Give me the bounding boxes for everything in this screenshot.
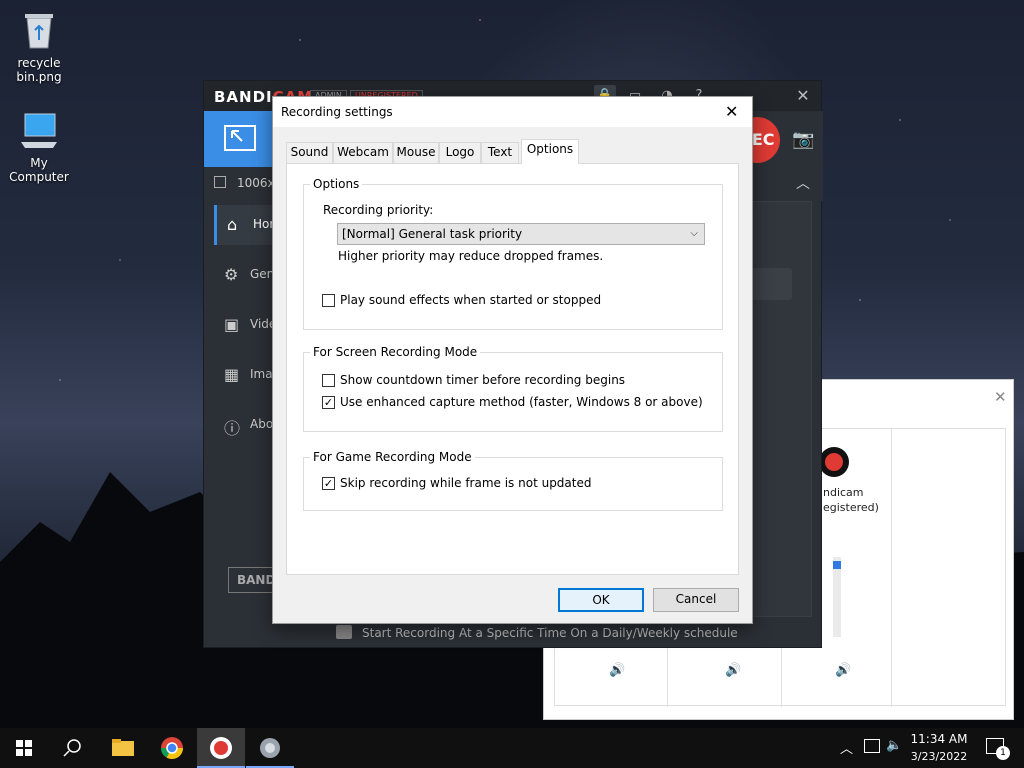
home-icon: ⌂ <box>227 215 238 234</box>
screen-recording-icon <box>224 125 256 151</box>
ok-button[interactable]: OK <box>558 588 644 612</box>
bandicut-button[interactable]: BANDICUT <box>228 567 278 593</box>
tab-text[interactable]: Text <box>481 142 519 163</box>
group-legend: For Screen Recording Mode <box>310 345 481 359</box>
checkbox-box[interactable]: ✓ <box>322 477 335 490</box>
priority-label: Recording priority: <box>323 203 434 217</box>
camera-icon[interactable]: 📷 <box>792 129 814 150</box>
gear-icon: ⚙ <box>224 265 239 284</box>
bandicam-app-icon <box>819 447 849 477</box>
taskbar: ︿ 🔈 11:34 AM 3/23/2022 1 <box>0 728 1024 768</box>
tab-webcam[interactable]: Webcam <box>333 142 393 163</box>
checkbox-label: Skip recording while frame is not update… <box>340 476 592 490</box>
info-icon: ⓘ <box>224 419 241 438</box>
desktop-icon-recycle-bin[interactable]: recycle bin.png <box>0 8 79 84</box>
search-icon <box>63 739 81 757</box>
priority-select[interactable]: [Normal] General task priority ⌵ <box>337 223 705 245</box>
tab-options[interactable]: Options <box>521 139 579 164</box>
mixer-divider <box>891 429 892 707</box>
tab-sound[interactable]: Sound <box>286 142 333 163</box>
video-settings-icon: ▣ <box>224 315 240 334</box>
close-icon[interactable]: ✕ <box>725 102 738 121</box>
recycle-bin-icon <box>17 8 61 52</box>
dialog-title: Recording settings <box>281 105 393 119</box>
record-icon <box>210 737 232 759</box>
clock-time[interactable]: 11:34 AM <box>908 732 970 746</box>
screen-recording-group: For Screen Recording Mode Show countdown… <box>303 345 723 432</box>
start-button[interactable] <box>0 728 48 768</box>
mixer-app-label-line1: ndicam <box>823 486 864 499</box>
checkbox-label: Show countdown timer before recording be… <box>340 373 626 387</box>
sidebar-item-home[interactable]: ⌂Home <box>214 205 279 245</box>
volume-icon[interactable]: 🔈 <box>886 738 902 753</box>
priority-select-value: [Normal] General task priority <box>342 227 523 241</box>
clock-date[interactable]: 3/23/2022 <box>908 750 970 763</box>
search-button[interactable] <box>48 728 96 768</box>
checkbox-box[interactable] <box>322 374 335 387</box>
recording-settings-dialog: Recording settings ✕ Sound Webcam Mouse … <box>272 96 753 624</box>
close-icon[interactable]: ✕ <box>792 85 814 107</box>
group-legend: Options <box>310 177 363 191</box>
game-recording-group: For Game Recording Mode ✓ Skip recording… <box>303 450 723 511</box>
volume-slider-thumb[interactable] <box>833 561 841 569</box>
sidebar-item-general[interactable]: ⚙General <box>214 255 276 295</box>
desktop-icon-my-computer[interactable]: My Computer <box>0 108 79 184</box>
speaker-icon[interactable]: 🔊 <box>725 663 741 678</box>
notification-count-badge: 1 <box>996 746 1010 760</box>
app-icon <box>260 738 280 758</box>
app-taskbar-button[interactable] <box>246 728 294 768</box>
checkbox-label: Use enhanced capture method (faster, Win… <box>340 395 703 409</box>
tab-mouse[interactable]: Mouse <box>393 142 439 163</box>
windows-icon <box>16 740 32 756</box>
chrome-icon <box>161 737 183 759</box>
system-tray: ︿ 🔈 11:34 AM 3/23/2022 1 <box>836 728 1024 768</box>
sidebar-item-about[interactable]: ⓘAbout <box>214 405 276 445</box>
computer-icon <box>17 108 61 152</box>
checkbox-box[interactable] <box>322 294 335 307</box>
options-tab-panel: Options Recording priority: [Normal] Gen… <box>286 163 739 575</box>
file-explorer-button[interactable] <box>98 728 146 768</box>
image-settings-icon: ▦ <box>224 365 240 384</box>
speaker-icon[interactable]: 🔊 <box>609 663 625 678</box>
region-square-icon <box>214 176 226 188</box>
close-icon[interactable]: ✕ <box>994 388 1007 406</box>
mixer-app-label-line2: egistered) <box>823 501 879 514</box>
volume-slider[interactable] <box>833 557 841 637</box>
priority-note: Higher priority may reduce dropped frame… <box>338 249 604 263</box>
chevron-up-icon[interactable]: ︿ <box>796 173 810 193</box>
options-group: Options Recording priority: [Normal] Gen… <box>303 177 723 330</box>
screen-mode-button[interactable] <box>204 111 276 167</box>
sidebar-item-image[interactable]: ▦Image <box>214 355 276 395</box>
chevron-up-icon[interactable]: ︿ <box>840 738 853 757</box>
group-legend: For Game Recording Mode <box>310 450 475 464</box>
chrome-button[interactable] <box>148 728 196 768</box>
sidebar-item-video[interactable]: ▣Video <box>214 305 276 345</box>
desktop-icon-label: My Computer <box>9 156 69 184</box>
bandicam-sidebar: ⌂Home ⚙General ▣Video ▦Image ⓘAbout <box>214 201 279 611</box>
desktop-icon-label: recycle bin.png <box>16 56 62 84</box>
chevron-down-icon: ⌵ <box>690 228 698 239</box>
cancel-button[interactable]: Cancel <box>653 588 739 612</box>
tab-logo[interactable]: Logo <box>439 142 481 163</box>
network-icon[interactable] <box>864 739 880 753</box>
schedule-text: Start Recording At a Specific Time On a … <box>362 626 738 640</box>
bandicam-taskbar-button[interactable] <box>197 728 245 768</box>
logo-prefix: BANDI <box>214 88 273 106</box>
checkbox-label: Play sound effects when started or stopp… <box>340 293 602 307</box>
dialog-titlebar: Recording settings ✕ <box>273 97 752 127</box>
speaker-icon[interactable]: 🔊 <box>835 663 851 678</box>
folder-icon <box>112 739 134 756</box>
schedule-icon <box>336 625 352 639</box>
checkbox-box[interactable]: ✓ <box>322 396 335 409</box>
mixer-app-label: ndicam egistered) <box>823 485 903 515</box>
